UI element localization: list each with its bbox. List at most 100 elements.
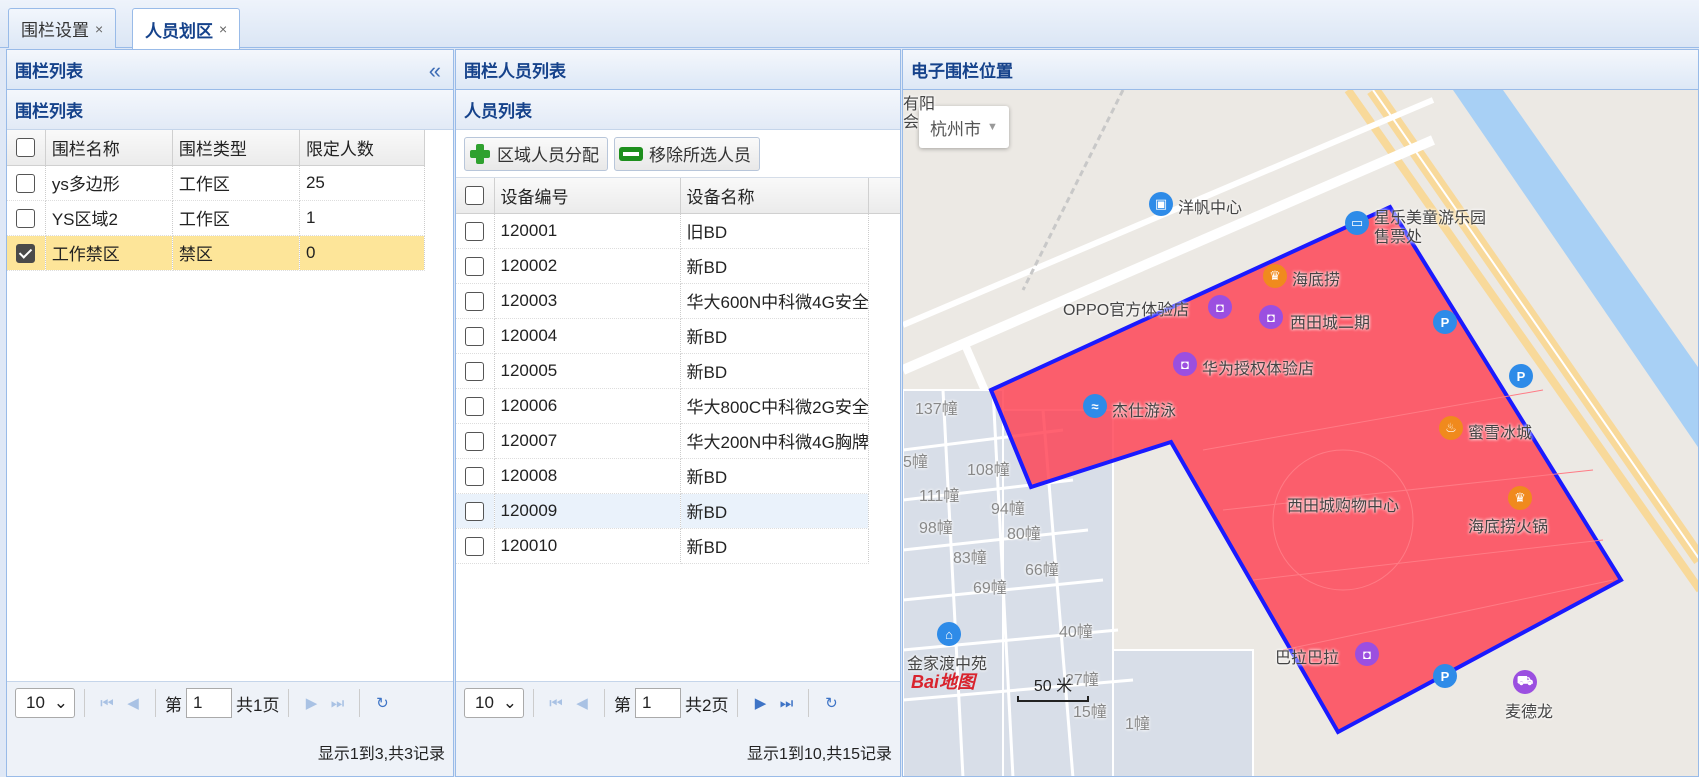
column-header[interactable]: 围栏名称 — [45, 130, 173, 166]
table-row[interactable]: 120001 旧BD — [456, 213, 900, 249]
table-row[interactable]: 120009 新BD — [456, 493, 900, 529]
table-row[interactable]: YS区域2 工作区 1 — [7, 200, 426, 236]
table-row[interactable]: 120004 新BD — [456, 318, 900, 354]
last-page-icon[interactable]: ⏭ — [773, 690, 799, 716]
row-spacer — [868, 423, 900, 458]
map-label: 108幢 — [967, 462, 1010, 479]
refresh-icon[interactable]: ↻ — [818, 690, 844, 716]
table-row[interactable]: 120010 新BD — [456, 528, 900, 564]
chevron-down-icon: ⌄ — [53, 693, 68, 712]
row-checkbox[interactable] — [456, 318, 495, 354]
row-checkbox[interactable] — [456, 353, 495, 389]
row-checkbox[interactable] — [456, 213, 495, 249]
button-label: 区域人员分配 — [497, 146, 599, 165]
map-label: 西田城二期 — [1290, 315, 1371, 332]
city-name: 杭州市 — [930, 119, 982, 139]
refresh-icon[interactable]: ↻ — [369, 690, 395, 716]
device-id: 120002 — [494, 248, 681, 284]
cafe-icon[interactable]: ♨ — [1439, 416, 1463, 440]
map-label: OPPO官方体验店 — [1063, 302, 1190, 319]
map-label: 98幢 — [919, 520, 953, 537]
next-page-icon[interactable]: ▶ — [747, 690, 773, 716]
table-row[interactable]: 120006 华大800C中科微2G安全 — [456, 388, 900, 424]
close-icon[interactable]: × — [95, 21, 103, 37]
table-row[interactable]: 120003 华大600N中科微4G安全 — [456, 283, 900, 319]
row-checkbox[interactable] — [456, 283, 495, 319]
map-label: 麦德龙 — [1505, 704, 1554, 721]
row-checkbox[interactable] — [456, 528, 495, 564]
remove-selected-button[interactable]: 移除所选人员 — [614, 136, 760, 171]
first-page-icon[interactable]: ⏮ — [543, 690, 569, 716]
shop-icon[interactable]: ◘ — [1173, 352, 1197, 376]
column-header[interactable]: 限定人数 — [299, 130, 426, 166]
parking-icon[interactable]: P — [1509, 364, 1533, 388]
select-all-checkbox[interactable] — [7, 130, 46, 166]
row-checkbox[interactable] — [456, 423, 495, 459]
table-row[interactable]: 120008 新BD — [456, 458, 900, 494]
last-page-icon[interactable]: ⏭ — [324, 690, 350, 716]
map-label: 94幢 — [991, 501, 1025, 518]
fence-name: ys多边形 — [45, 165, 173, 201]
tab-fence-settings[interactable]: 围栏设置 × — [8, 8, 117, 48]
map-label: 83幢 — [953, 550, 987, 567]
shop-icon[interactable]: ◘ — [1355, 642, 1379, 666]
row-checkbox[interactable] — [7, 165, 46, 201]
prev-page-icon[interactable]: ◀ — [120, 690, 146, 716]
device-id: 120004 — [494, 318, 681, 354]
row-checkbox[interactable] — [456, 248, 495, 284]
row-spacer — [868, 458, 900, 493]
table-row[interactable]: 120005 新BD — [456, 353, 900, 389]
next-page-icon[interactable]: ▶ — [298, 690, 324, 716]
assign-personnel-button[interactable]: 区域人员分配 — [464, 136, 608, 171]
row-checkbox[interactable] — [7, 200, 46, 236]
restaurant-icon[interactable]: ♛ — [1263, 264, 1287, 288]
restaurant-icon[interactable]: ♛ — [1508, 486, 1532, 510]
building-icon[interactable]: ▣ — [1149, 192, 1173, 216]
scale-label: 50 米 — [1033, 678, 1073, 695]
chevron-down-icon: ▼ — [987, 121, 998, 133]
device-name: 华大800C中科微2G安全 — [680, 388, 869, 424]
column-header[interactable]: 设备编号 — [494, 178, 681, 214]
row-spacer — [868, 283, 900, 318]
fence-limit: 25 — [299, 165, 426, 201]
column-header[interactable]: 围栏类型 — [172, 130, 300, 166]
ticket-icon[interactable]: ▭ — [1345, 211, 1369, 235]
swimming-icon[interactable]: ≈ — [1083, 394, 1107, 418]
row-checkbox[interactable] — [7, 235, 46, 271]
prev-page-icon[interactable]: ◀ — [569, 690, 595, 716]
shop-icon[interactable]: ◘ — [1208, 295, 1232, 319]
map-label: 杰仕游泳 — [1112, 403, 1177, 420]
table-row[interactable]: 工作禁区 禁区 0 — [7, 235, 426, 271]
parking-icon[interactable]: P — [1433, 664, 1457, 688]
column-header[interactable]: 设备名称 — [680, 178, 869, 214]
page-size-select[interactable]: 10 ⌄ — [464, 688, 524, 718]
page-number-input[interactable]: 1 — [186, 688, 232, 718]
map-label: 40幢 — [1059, 624, 1093, 641]
table-row[interactable]: 120007 华大200N中科微4G胸牌 — [456, 423, 900, 459]
panel-title: 围栏列表 — [15, 62, 83, 81]
collapse-left-icon[interactable]: « — [429, 58, 441, 84]
total-pages: 共2页 — [685, 695, 729, 715]
page-number-input[interactable]: 1 — [635, 688, 681, 718]
select-all-checkbox[interactable] — [456, 178, 495, 214]
tab-personnel-zoning[interactable]: 人员划区 × — [132, 8, 241, 49]
close-icon[interactable]: × — [219, 21, 227, 37]
add-icon — [469, 143, 491, 165]
parking-icon[interactable]: P — [1433, 310, 1457, 334]
device-id: 120003 — [494, 283, 681, 319]
shop-icon[interactable]: ◘ — [1259, 305, 1283, 329]
page-prefix: 第 — [165, 695, 182, 715]
table-row[interactable]: ys多边形 工作区 25 — [7, 165, 426, 201]
map-label: 5幢 — [903, 454, 928, 471]
map-label: 137幢 — [915, 401, 958, 418]
table-row[interactable]: 120002 新BD — [456, 248, 900, 284]
page-size-select[interactable]: 10 ⌄ — [15, 688, 75, 718]
building-icon[interactable]: ⌂ — [937, 622, 961, 646]
row-checkbox[interactable] — [456, 493, 495, 529]
shopping-cart-icon[interactable]: ⛟ — [1513, 670, 1537, 694]
first-page-icon[interactable]: ⏮ — [94, 690, 120, 716]
row-checkbox[interactable] — [456, 458, 495, 494]
map-canvas[interactable]: 杭州市 ▼ 有阳 会 ▣ 洋帆中心 ▭ 星乐美童游乐园 售票处 ♛ 海底捞 OP… — [903, 90, 1698, 776]
row-checkbox[interactable] — [456, 388, 495, 424]
button-label: 移除所选人员 — [649, 146, 751, 165]
